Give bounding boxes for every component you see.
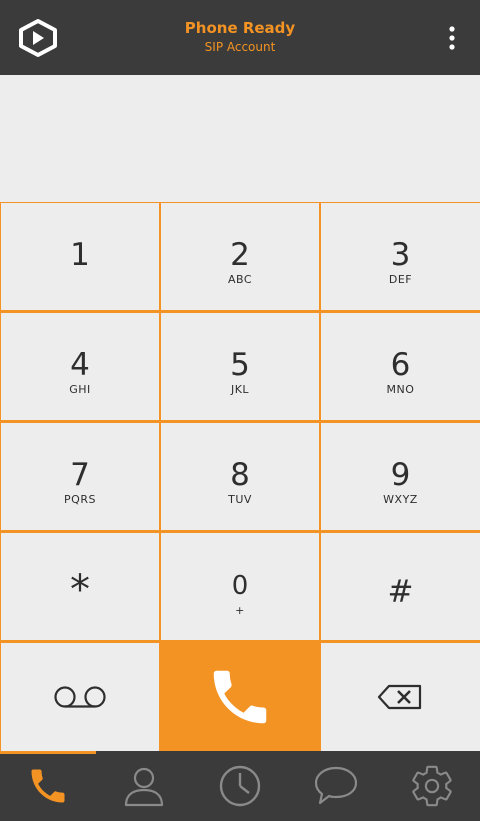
account-subtitle: SIP Account: [204, 40, 276, 54]
number-display[interactable]: [0, 75, 480, 202]
key-digit: 5: [230, 347, 250, 383]
dial-key-5[interactable]: 5 JKL: [161, 313, 319, 420]
key-digit: 4: [70, 347, 90, 383]
key-digit: 2: [230, 237, 250, 273]
dialpad: 1 2 ABC 3 DEF 4 GHI 5 JKL 6 MNO 7 PQRS 8…: [0, 202, 480, 751]
key-letters: +: [235, 604, 245, 617]
settings-gear-icon: [412, 765, 452, 807]
tab-settings[interactable]: [384, 751, 480, 821]
dial-key-4[interactable]: 4 GHI: [1, 313, 159, 420]
key-letters: PQRS: [64, 493, 96, 506]
call-icon: [213, 670, 267, 723]
status-header: Phone Ready SIP Account: [140, 18, 340, 56]
key-letters: ABC: [227, 273, 253, 286]
key-digit: 0: [231, 571, 249, 601]
dial-key-0[interactable]: 0 +: [161, 533, 319, 640]
key-letters: WXYZ: [383, 493, 418, 506]
cube-logo-icon[interactable]: [16, 18, 60, 58]
key-digit: 7: [70, 457, 90, 493]
top-app-bar: Phone Ready SIP Account: [0, 0, 480, 75]
voicemail-button[interactable]: [1, 643, 159, 751]
key-letters: DEF: [388, 273, 413, 286]
overflow-menu-icon[interactable]: [444, 24, 460, 52]
key-digit: 9: [390, 457, 411, 493]
dial-key-2[interactable]: 2 ABC: [161, 203, 319, 310]
history-clock-icon: [219, 765, 261, 807]
backspace-button[interactable]: [321, 643, 480, 751]
tab-history[interactable]: [192, 751, 288, 821]
key-digit: 1: [70, 237, 90, 273]
key-digit: *: [70, 567, 90, 613]
call-button[interactable]: [160, 642, 320, 751]
dial-key-9[interactable]: 9 WXYZ: [321, 423, 480, 530]
key-digit: 3: [390, 237, 411, 273]
key-letters: TUV: [228, 493, 252, 506]
phone-icon: [31, 769, 65, 803]
tab-messages[interactable]: [288, 751, 384, 821]
tab-contacts[interactable]: [96, 751, 192, 821]
dial-key-1[interactable]: 1: [1, 203, 159, 310]
dial-key-3[interactable]: 3 DEF: [321, 203, 480, 310]
dial-key-6[interactable]: 6 MNO: [321, 313, 480, 420]
status-title: Phone Ready: [184, 19, 296, 37]
key-letters: GHI: [69, 383, 91, 396]
key-digit: 8: [230, 457, 250, 493]
dial-key-7[interactable]: 7 PQRS: [1, 423, 159, 530]
dial-key-star[interactable]: *: [1, 533, 159, 640]
key-letters: JKL: [230, 383, 250, 396]
key-letters: MNO: [386, 383, 415, 396]
key-digit: 6: [390, 347, 411, 383]
backspace-icon: [377, 684, 422, 710]
dial-key-hash[interactable]: #: [321, 533, 480, 640]
key-digit: #: [387, 574, 414, 610]
contacts-icon: [124, 767, 164, 807]
voicemail-icon: [54, 686, 106, 708]
tab-dialer[interactable]: [0, 751, 96, 821]
chat-bubble-icon: [314, 766, 358, 805]
dial-key-8[interactable]: 8 TUV: [161, 423, 319, 530]
